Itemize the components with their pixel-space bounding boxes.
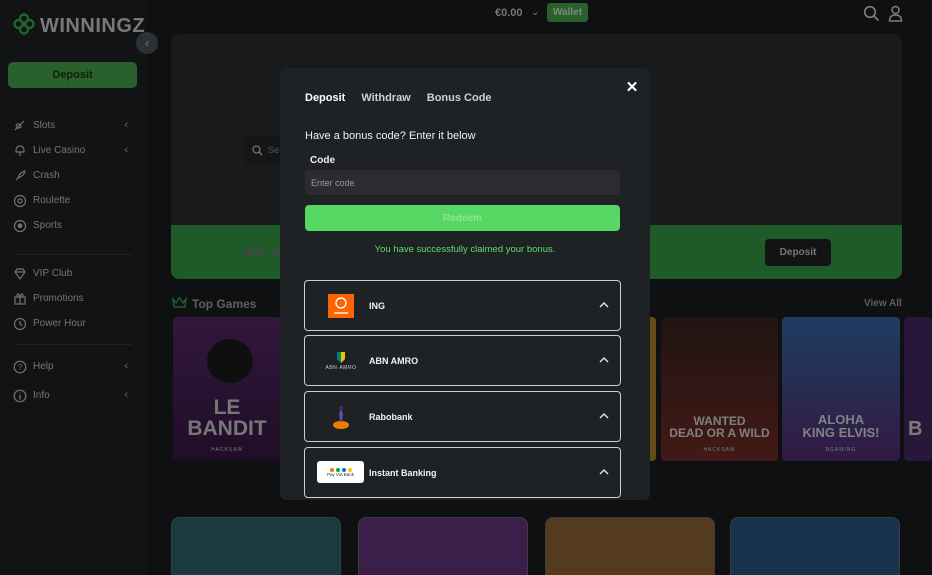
bank-option-rabobank[interactable]: Rabobank [304,391,621,442]
bank-name: Rabobank [369,412,413,422]
app-root: WINNINGZ Deposit Slots ‹ Live Casino ‹ C… [0,0,932,575]
rabobank-logo-icon [317,405,365,429]
bank-option-abn-amro[interactable]: ABN·AMRO ABN AMRO [304,335,621,386]
modal-tabs: Deposit Withdraw Bonus Code [305,92,492,104]
bonus-code-input[interactable] [305,170,620,195]
abn-amro-logo-text: ABN·AMRO [325,365,357,371]
bank-name: Instant Banking [369,468,437,478]
chevron-up-icon [598,354,610,366]
chevron-up-icon [598,466,610,478]
tab-deposit[interactable]: Deposit [305,92,345,104]
bank-option-ing[interactable]: ING [304,280,621,331]
tab-withdraw[interactable]: Withdraw [361,92,410,104]
pay-via-bank-logo-text: Pay Via Bank [327,471,354,477]
bank-name: ABN AMRO [369,356,419,366]
tab-bonus-code[interactable]: Bonus Code [427,92,492,104]
bonus-code-modal: Deposit Withdraw Bonus Code ✕ Have a bon… [280,68,650,500]
bonus-heading: Have a bonus code? Enter it below [305,130,476,142]
bank-name: ING [369,301,386,311]
chevron-up-icon [598,299,610,311]
abn-amro-logo-icon: ABN·AMRO [317,349,365,373]
pay-via-bank-logo-icon: Pay Via Bank [317,461,364,483]
success-message: You have successfully claimed your bonus… [374,244,556,255]
code-label: Code [310,155,335,166]
close-icon[interactable]: ✕ [623,78,641,96]
bank-option-instant-banking[interactable]: Pay Via Bank Instant Banking [304,447,621,498]
redeem-button[interactable]: Redeem [305,205,620,231]
chevron-up-icon [598,410,610,422]
ing-logo-icon [317,294,365,318]
